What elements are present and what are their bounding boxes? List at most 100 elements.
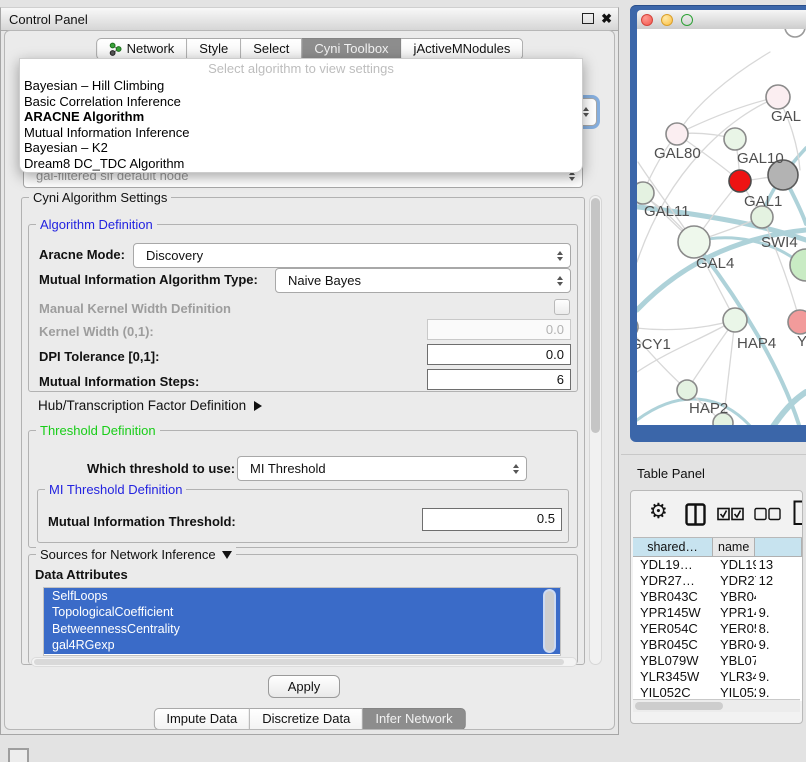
network-edge[interactable] [677,97,778,134]
kernel-width-field[interactable]: 0.0 [427,319,571,340]
network-canvas[interactable]: GALGAL80GAL10GAL1GAL11SWI4GAL4GCY1HAP4YH… [637,29,806,425]
algorithm-definition-title: Algorithm Definition [36,217,157,232]
floating-panel-icon[interactable] [8,748,29,762]
tab-select[interactable]: Select [241,38,302,60]
node-label-gal80: GAL80 [654,145,701,162]
attribute-item-betweennesscentrality[interactable]: BetweennessCentrality [44,621,560,637]
table-row[interactable]: YLR345WYLR345W9. [633,669,802,685]
settings-scrollbar-thumb[interactable] [591,198,600,433]
table-row[interactable]: YER054CYER054C8. [633,621,802,637]
network-node[interactable] [677,380,697,400]
node-table[interactable]: shared…name YDL19…YDL19…13YDR27…YDR27…12… [633,537,802,723]
document-icon[interactable] [793,500,803,531]
hub-section-toggle[interactable]: Hub/Transcription Factor Definition [38,398,262,413]
network-node[interactable] [637,182,654,204]
apply-button[interactable]: Apply [268,675,340,698]
table-cell: 9. [756,669,802,685]
network-node[interactable] [790,249,806,281]
network-edge[interactable] [677,52,770,134]
algorithm-option-aracne-algorithm[interactable]: ARACNE Algorithm [20,109,582,125]
table-cell: YER054C [633,621,713,637]
node-label-gal1: GAL1 [744,193,782,210]
aracne-mode-label: Aracne Mode: [39,247,125,262]
network-graph[interactable]: GALGAL80GAL10GAL1GAL11SWI4GAL4GCY1HAP4YH… [637,29,806,425]
tab-network[interactable]: Network [96,38,188,60]
bottom-tab-bar: Impute DataDiscretize DataInfer Network [153,708,465,730]
mi-steps-label: Mutual Information Steps: [39,374,199,389]
mi-steps-field[interactable]: 6 [427,369,571,390]
algorithm-option-mutual-information-inference[interactable]: Mutual Information Inference [20,125,582,141]
network-window-titlebar[interactable] [637,10,806,30]
manual-kernel-checkbox[interactable] [554,299,570,315]
bottom-tab-infer-network[interactable]: Infer Network [363,708,465,730]
network-node[interactable] [678,226,710,258]
network-view-window[interactable]: GALGAL80GAL10GAL1GAL11SWI4GAL4GCY1HAP4YH… [630,5,806,442]
list-scrollbar[interactable] [545,591,554,651]
float-panel-icon[interactable] [582,13,594,24]
bottom-tab-discretize-data[interactable]: Discretize Data [250,708,363,730]
table-panel-box: ⚙ [630,490,803,724]
network-node[interactable] [766,85,790,109]
close-panel-icon[interactable]: ✖ [601,11,612,26]
table-row[interactable]: YDL19…YDL19…13 [633,557,802,573]
table-cell [756,589,802,605]
table-panel: Table Panel ⚙ [621,454,806,762]
network-node[interactable] [788,310,806,334]
sources-hscrollbar[interactable] [31,657,577,667]
tab-style[interactable]: Style [187,38,241,60]
algorithm-option-basic-correlation-inference[interactable]: Basic Correlation Inference [20,94,582,110]
dpi-tolerance-field[interactable]: 0.0 [427,344,571,365]
tab-jactivemnodules[interactable]: jActiveMNodules [402,38,524,60]
which-threshold-combo[interactable]: MI Threshold [237,456,527,481]
algorithm-list: Bayesian – Hill ClimbingBasic Correlatio… [20,78,582,172]
mi-type-value: Naive Bayes [288,273,361,288]
network-node[interactable] [637,317,638,337]
aracne-mode-combo[interactable]: Discovery [133,243,571,268]
zoom-window-icon[interactable] [681,14,693,26]
table-row[interactable]: YDR27…YDR27…12 [633,573,802,589]
column-header-shared[interactable]: shared… [633,538,713,556]
table-row[interactable]: YBL079WYBL079W [633,653,802,669]
tab-cyni-toolbox[interactable]: Cyni Toolbox [302,38,401,60]
select-unchecked-icon[interactable] [754,507,782,526]
table-row[interactable]: YBR045CYBR045C9. [633,637,802,653]
settings-scrollbar[interactable] [589,195,602,665]
network-node[interactable] [723,308,747,332]
attribute-item-selfloops[interactable]: SelfLoops [44,588,560,604]
network-node[interactable] [785,29,805,37]
data-attributes-list[interactable]: SelfLoopsTopologicalCoefficientBetweenne… [43,587,561,656]
table-row[interactable]: YBR043CYBR043C [633,589,802,605]
column-header-name[interactable]: name [713,538,755,556]
node-label-hap2: HAP2 [689,400,728,417]
minimize-window-icon[interactable] [661,14,673,26]
table-row[interactable]: YPR145WYPR145W9. [633,605,802,621]
table-hscrollbar-thumb[interactable] [635,702,723,710]
close-window-icon[interactable] [641,14,653,26]
mi-type-combo[interactable]: Naive Bayes [275,268,571,293]
algorithm-option-dream8-dc-tdc-algorithm[interactable]: Dream8 DC_TDC Algorithm [20,156,582,172]
network-node[interactable] [666,123,688,145]
split-columns-icon[interactable] [685,503,706,531]
table-cell: YBR043C [713,589,756,605]
mi-threshold-field[interactable]: 0.5 [422,508,562,531]
network-node[interactable] [729,170,751,192]
expand-right-icon[interactable] [254,401,262,411]
algorithm-option-bayesian-k2[interactable]: Bayesian – K2 [20,140,582,156]
table-cell: YDR27… [713,573,756,589]
collapse-down-icon[interactable] [222,551,232,559]
threshold-definition-group: Threshold Definition Which threshold to … [28,430,578,548]
bottom-tab-impute-data[interactable]: Impute Data [153,708,250,730]
combo-arrows-icon [557,276,563,286]
table-panel-title: Table Panel [637,466,705,481]
tab-label: Select [253,39,289,59]
gear-icon[interactable]: ⚙ [649,499,668,524]
algorithm-option-bayesian-hill-climbing[interactable]: Bayesian – Hill Climbing [20,78,582,94]
attribute-item-gal4rgexp[interactable]: gal4RGexp [44,637,560,653]
select-checked-icon[interactable] [717,507,745,526]
attribute-item-topologicalcoefficient[interactable]: TopologicalCoefficient [44,604,560,620]
network-node[interactable] [724,128,746,150]
table-hscrollbar[interactable] [633,699,800,712]
node-label-gal: GAL [771,108,801,125]
column-header-2[interactable] [755,538,802,556]
control-panel-titlebar[interactable]: Control Panel ✖ [1,8,618,31]
